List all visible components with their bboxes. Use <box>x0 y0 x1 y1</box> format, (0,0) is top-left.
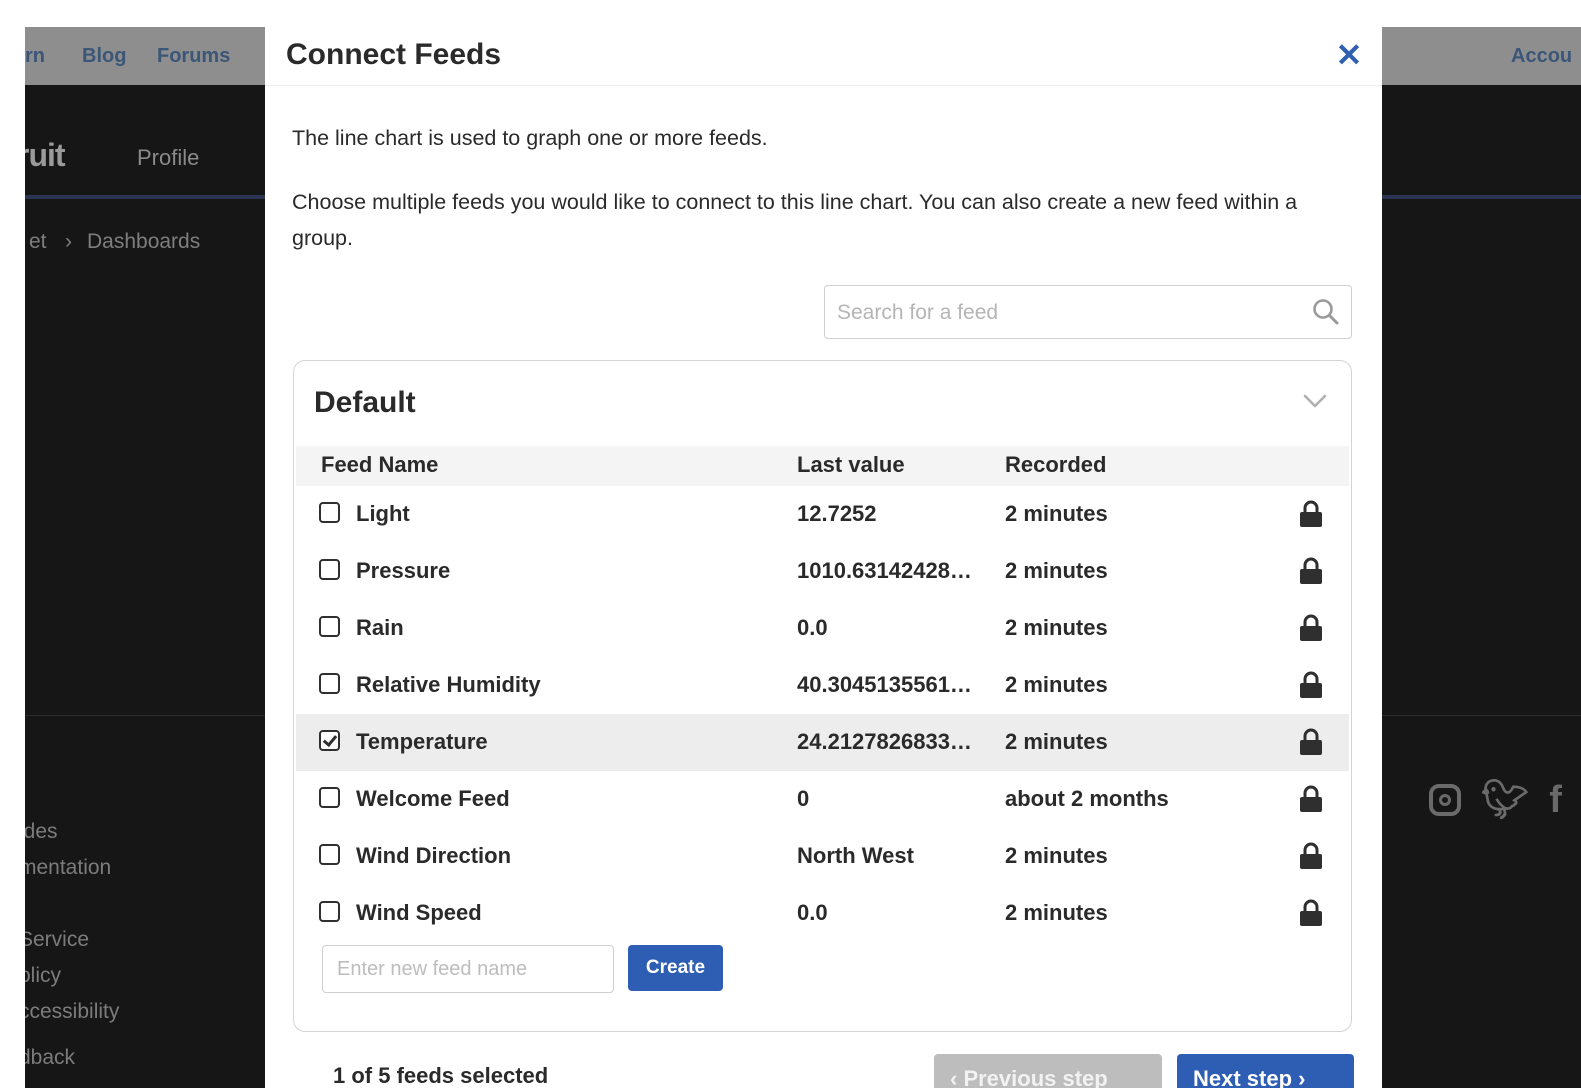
lock-icon <box>1300 899 1322 926</box>
feed-name: Temperature <box>356 729 488 754</box>
facebook-icon: f <box>1549 779 1562 821</box>
twitter-icon: 🐦︎ <box>1481 779 1530 821</box>
lock-icon <box>1300 728 1322 755</box>
feed-last-value: 12.7252 <box>797 501 877 526</box>
feed-name: Wind Direction <box>356 843 512 868</box>
footer-link: mentation <box>25 856 112 879</box>
feed-recorded: 2 minutes <box>1005 900 1108 925</box>
modal-description: The line chart is used to graph one or m… <box>292 126 768 150</box>
nav-link-account: Accou <box>1511 45 1573 67</box>
feed-recorded: 2 minutes <box>1005 615 1108 640</box>
feed-checkbox[interactable] <box>319 616 340 637</box>
modal-header: Connect Feeds ✕ <box>265 27 1382 86</box>
feed-last-value: 0 <box>797 786 810 811</box>
breadcrumb-item: et <box>29 230 47 253</box>
feed-recorded: 2 minutes <box>1005 558 1108 583</box>
lock-icon <box>1300 500 1322 527</box>
feed-name: Welcome Feed <box>356 786 510 811</box>
lock-icon <box>1300 557 1322 584</box>
table-row[interactable]: Welcome Feed 0 about 2 months <box>296 771 1349 828</box>
search-icon[interactable] <box>1311 297 1341 327</box>
nav-profile: Profile <box>137 145 200 170</box>
feed-name: Wind Speed <box>356 900 482 925</box>
column-header-feed-name: Feed Name <box>321 452 439 477</box>
feed-last-value: 0.0 <box>797 615 828 640</box>
nav-link-blog: Blog <box>82 45 127 67</box>
feed-checkbox[interactable] <box>319 901 340 922</box>
feed-last-value: North West <box>797 843 914 868</box>
connect-feeds-modal: Connect Feeds ✕ The line chart is used t… <box>265 27 1382 1088</box>
footer-link: Service <box>25 928 90 951</box>
previous-step-button[interactable]: ‹ Previous step <box>934 1054 1162 1088</box>
table-row[interactable]: Light 12.7252 2 minutes <box>296 486 1349 543</box>
feed-checkbox[interactable] <box>319 673 340 694</box>
feed-checkbox[interactable] <box>319 787 340 808</box>
instagram-icon <box>1429 784 1461 816</box>
next-step-button[interactable]: Next step › <box>1177 1054 1354 1088</box>
footer-link: olicy <box>25 964 62 987</box>
lock-icon <box>1300 671 1322 698</box>
feed-recorded: about 2 months <box>1005 786 1169 811</box>
feed-search <box>824 285 1352 339</box>
feed-last-value: 40.3045135561… <box>797 672 972 697</box>
feed-group: Default Feed Name Last value Recorded Li… <box>293 360 1352 1032</box>
brand-logo: ruit <box>25 137 66 173</box>
feed-recorded: 2 minutes <box>1005 672 1108 697</box>
table-row[interactable]: Rain 0.0 2 minutes <box>296 600 1349 657</box>
feed-last-value: 24.2127826833… <box>797 729 972 754</box>
modal-title: Connect Feeds <box>286 38 502 71</box>
table-row-selected[interactable]: Temperature 24.2127826833… 2 minutes <box>296 714 1349 771</box>
modal-instructions: Choose multiple feeds you would like to … <box>292 190 1298 250</box>
close-icon[interactable]: ✕ <box>1333 37 1365 73</box>
lock-icon <box>1300 614 1322 641</box>
feed-name: Pressure <box>356 558 451 583</box>
feed-checkbox[interactable] <box>319 559 340 580</box>
lock-icon <box>1300 785 1322 812</box>
table-header: Feed Name Last value Recorded <box>296 446 1349 486</box>
feed-last-value: 0.0 <box>797 900 828 925</box>
footer-link: ccessibility <box>25 1000 120 1023</box>
new-feed-name-input[interactable] <box>322 945 614 993</box>
nav-link-learn: rn <box>25 45 45 67</box>
feed-recorded: 2 minutes <box>1005 501 1108 526</box>
feed-name: Rain <box>356 615 404 640</box>
nav-link-forums: Forums <box>157 45 231 67</box>
feed-recorded: 2 minutes <box>1005 729 1108 754</box>
group-title: Default <box>314 386 416 419</box>
feed-checkbox[interactable] <box>319 844 340 865</box>
column-header-recorded: Recorded <box>1005 452 1107 477</box>
table-row[interactable]: Relative Humidity 40.3045135561… 2 minut… <box>296 657 1349 714</box>
feed-name: Relative Humidity <box>356 672 541 697</box>
column-header-last-value: Last value <box>797 452 905 477</box>
feed-name: Light <box>356 501 410 526</box>
feed-list: Light 12.7252 2 minutes Pressure 1010.63… <box>296 486 1349 942</box>
table-row[interactable]: Wind Speed 0.0 2 minutes <box>296 885 1349 942</box>
chevron-down-icon[interactable] <box>1300 389 1330 413</box>
breadcrumb-separator: › <box>65 230 72 253</box>
table-row[interactable]: Pressure 1010.63142428… 2 minutes <box>296 543 1349 600</box>
feed-recorded: 2 minutes <box>1005 843 1108 868</box>
breadcrumb-dashboards: Dashboards <box>87 230 201 253</box>
feed-last-value: 1010.63142428… <box>797 558 972 583</box>
footer-link: dback <box>25 1046 76 1069</box>
selection-status: 1 of 5 feeds selected <box>333 1063 549 1088</box>
feed-checkbox[interactable] <box>319 502 340 523</box>
lock-icon <box>1300 842 1322 869</box>
feed-checkbox-checked[interactable] <box>319 730 340 751</box>
social-links: 🐦︎ f <box>1429 780 1562 820</box>
create-feed-button[interactable]: Create <box>628 945 723 991</box>
footer-link: ides <box>25 820 58 843</box>
search-input[interactable] <box>835 294 1299 332</box>
table-row[interactable]: Wind Direction North West 2 minutes <box>296 828 1349 885</box>
